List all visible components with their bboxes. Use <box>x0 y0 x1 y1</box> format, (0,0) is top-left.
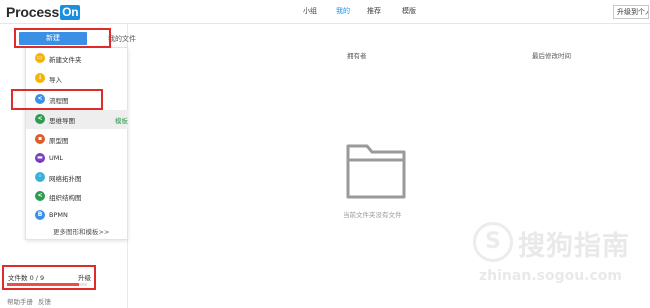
quota-progress-fill <box>7 283 79 286</box>
menu-item-label: UML <box>49 154 63 162</box>
menu-item-prototype[interactable]: ▪ 原型图 <box>26 130 128 149</box>
feedback-link[interactable]: 反馈 <box>38 298 51 306</box>
more-shapes-link[interactable]: 更多图形和模板>> <box>53 226 109 236</box>
nav-item-groups[interactable]: 小组 <box>303 6 317 16</box>
menu-item-new-folder[interactable]: ▭ 新建文件夹 <box>26 49 128 68</box>
help-manual-link[interactable]: 帮助手册 <box>7 298 33 306</box>
bpmn-icon: B <box>35 210 45 220</box>
column-header-owner[interactable]: 拥有者 <box>347 50 367 60</box>
menu-item-uml[interactable]: ▬ UML <box>26 149 128 168</box>
upgrade-link[interactable]: 升级 <box>78 272 91 282</box>
logo-text: Process <box>6 4 60 20</box>
column-header-modified[interactable]: 最后修改时间 <box>532 50 571 60</box>
menu-item-bpmn[interactable]: B BPMN <box>26 206 128 225</box>
nav-item-templates[interactable]: 模版 <box>402 6 416 16</box>
upgrade-button[interactable]: 升级到个人 <box>613 5 649 19</box>
empty-folder-icon <box>346 144 406 199</box>
nav-item-recommend[interactable]: 推荐 <box>367 6 381 16</box>
network-icon: ◦ <box>35 172 45 182</box>
menu-item-mindmap[interactable]: < 思维导图 模板 <box>26 110 128 129</box>
menu-item-orgchart[interactable]: < 组织结构图 <box>26 187 128 206</box>
prototype-icon: ▪ <box>35 134 45 144</box>
mindmap-icon: < <box>35 114 45 124</box>
new-dropdown-menu: ▭ 新建文件夹 ↓ 导入 < 流程图 < 思维导图 模板 ▪ 原型图 ▬ UML… <box>25 47 128 240</box>
menu-item-label: 网络拓扑图 <box>49 175 82 183</box>
folder-icon: ▭ <box>35 53 45 63</box>
watermark-brand: 搜狗指南 <box>518 231 630 262</box>
menu-item-label: 新建文件夹 <box>49 56 82 64</box>
orgchart-icon: < <box>35 191 45 201</box>
import-icon: ↓ <box>35 73 45 83</box>
highlight-flowchart <box>11 89 103 110</box>
quota-progress-bar <box>7 283 87 286</box>
footer-links: 帮助手册 反馈 <box>7 296 56 306</box>
watermark-url: zhinan.sogou.com <box>479 268 622 284</box>
uml-icon: ▬ <box>35 153 45 163</box>
nav-item-mine[interactable]: 我的 <box>336 6 350 16</box>
mindmap-template-link[interactable]: 模板 <box>115 115 128 125</box>
sogou-watermark-logo: S <box>473 222 513 262</box>
menu-item-label: 原型图 <box>49 137 69 145</box>
menu-item-import[interactable]: ↓ 导入 <box>26 69 128 88</box>
menu-item-label: 思维导图 <box>49 117 75 125</box>
highlight-new-button <box>14 28 111 48</box>
menu-item-network[interactable]: ◦ 网络拓扑图 <box>26 168 128 187</box>
menu-item-label: BPMN <box>49 211 68 219</box>
top-header: Process On 小组 我的 推荐 模版 升级到个人 <box>0 0 650 24</box>
my-files-link[interactable]: 我的文件 <box>108 34 136 44</box>
logo-badge: On <box>60 4 81 20</box>
processon-logo[interactable]: Process On <box>6 3 81 21</box>
menu-item-label: 组织结构图 <box>49 194 82 202</box>
menu-item-label: 导入 <box>49 76 62 84</box>
file-count-label: 文件数 0 / 9 <box>8 274 45 282</box>
empty-folder-message: 当前文件夹没有文件 <box>343 211 402 219</box>
